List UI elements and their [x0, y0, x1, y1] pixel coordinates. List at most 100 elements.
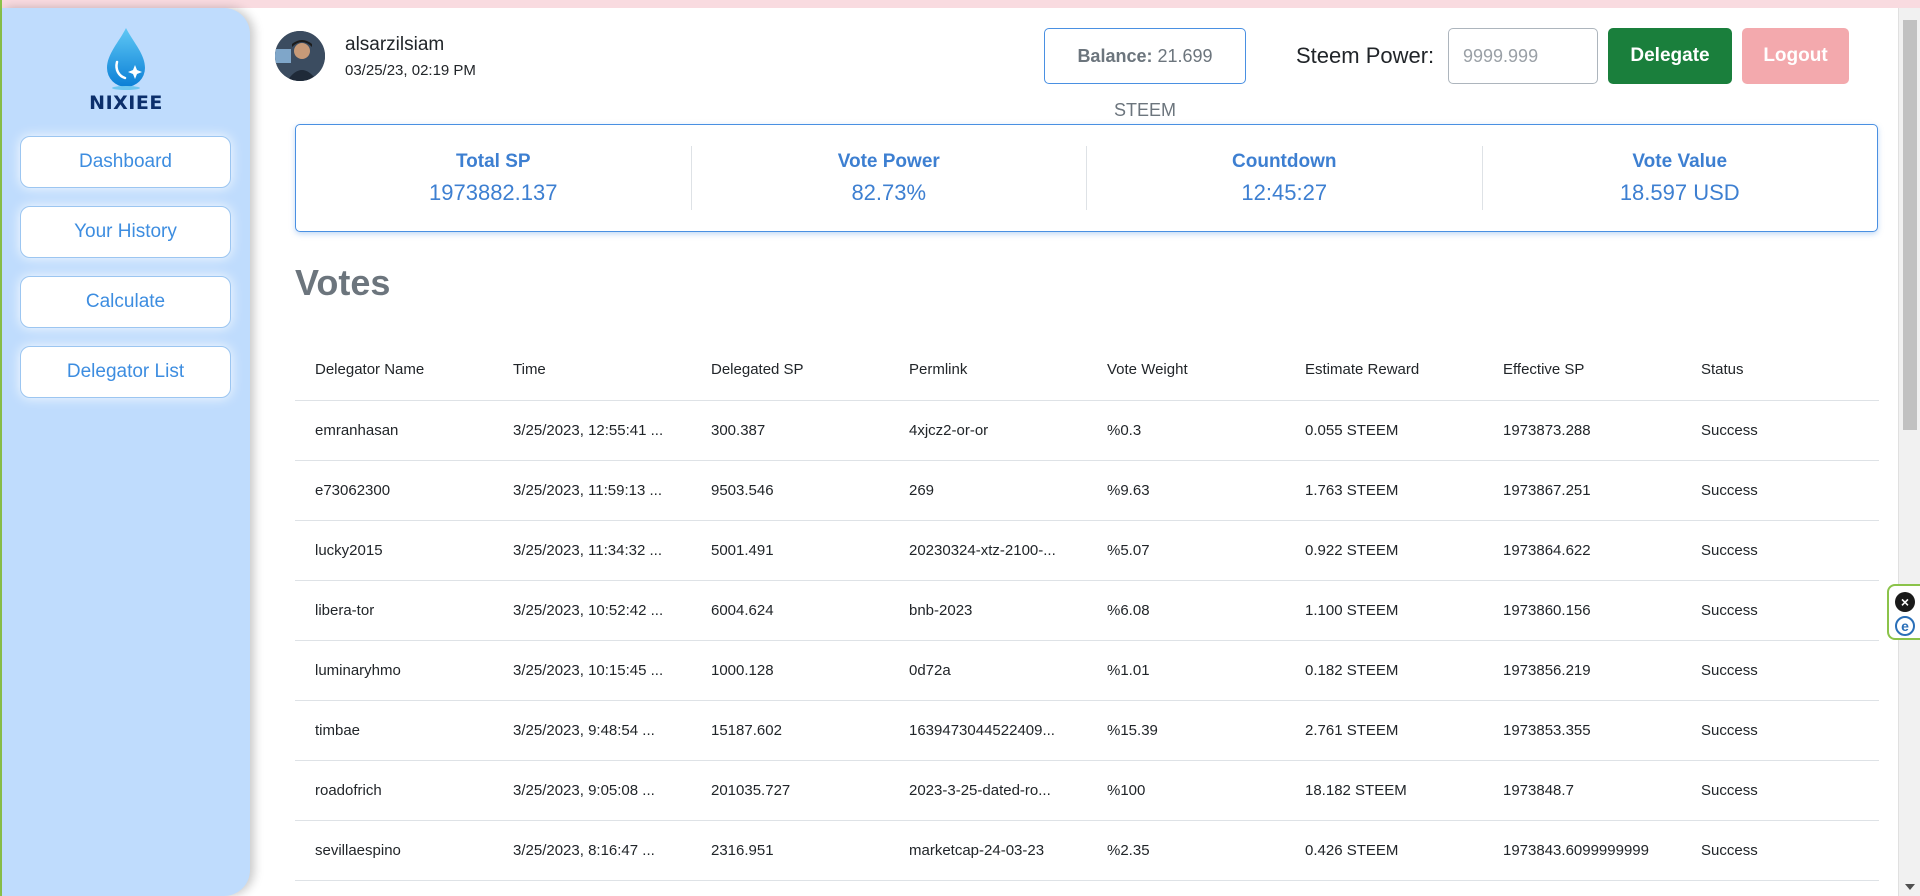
balance-display: Balance: 21.699 STEEM [1044, 28, 1246, 120]
column-header-effective-sp: Effective SP [1483, 340, 1681, 401]
permlink-link[interactable]: 0d72a [889, 640, 1087, 701]
status-text: Success [1681, 580, 1879, 641]
brand-logo[interactable]: NIXIEE [2, 26, 250, 114]
column-header-time: Time [493, 340, 691, 401]
status-text: Success [1681, 520, 1879, 581]
effective-sp: 1973873.288 [1483, 400, 1681, 461]
column-header-vote-weight: Vote Weight [1087, 340, 1285, 401]
estimate-reward: 0.922 STEEM [1285, 520, 1483, 581]
column-header-delegator-name: Delegator Name [295, 340, 493, 401]
logout-button[interactable]: Logout [1742, 28, 1849, 84]
username: alsarzilsiam [345, 34, 445, 55]
stat-value: 18.597 USD [1619, 179, 1740, 205]
vote-weight: %100 [1087, 760, 1285, 821]
delegator-name: timbae [295, 700, 493, 761]
effective-sp: 1973848.7 [1483, 760, 1681, 821]
vote-weight: %5.07 [1087, 520, 1285, 581]
balance-label: Balance: [1077, 46, 1153, 66]
vote-weight: %6.08 [1087, 580, 1285, 641]
page-scrollbar[interactable] [1898, 8, 1920, 896]
table-row: roadofrich 3/25/2023, 9:05:08 ... 201035.7… [295, 760, 1879, 821]
sidebar-item-calculate[interactable]: Calculate [20, 276, 231, 328]
close-icon[interactable]: × [1895, 592, 1915, 612]
status-text: Success [1681, 820, 1879, 881]
status-text: Success [1681, 400, 1879, 461]
vote-time: 3/25/2023, 11:59:13 ... [493, 460, 691, 521]
estimate-reward: 1.100 STEEM [1285, 580, 1483, 641]
steem-power-input[interactable] [1448, 28, 1598, 84]
delegated-sp: 9503.546 [691, 460, 889, 521]
extension-widget: × e [1887, 584, 1920, 640]
stat-label: Vote Value [1632, 150, 1728, 172]
stat-value: 1973882.137 [429, 179, 558, 205]
table-header-row: Delegator Name Time Delegated SP Permlin… [295, 340, 1879, 401]
sidebar-item-delegator-list[interactable]: Delegator List [20, 346, 231, 398]
permlink-link[interactable]: 2023-3-25-dated-ro... [889, 760, 1087, 821]
stat-vote-power: Vote Power 82.73% [692, 146, 1087, 210]
brand-name: NIXIEE [89, 92, 163, 114]
vote-weight: %2.35 [1087, 820, 1285, 881]
delegated-sp: 2316.951 [691, 820, 889, 881]
steem-power-label: Steem Power: [1296, 43, 1435, 68]
column-header-delegated-sp: Delegated SP [691, 340, 889, 401]
estimate-reward: 0.182 STEEM [1285, 640, 1483, 701]
permlink-link[interactable]: 1639473044522409... [889, 700, 1087, 761]
stat-value: 82.73% [851, 179, 927, 205]
delegator-name: lucky2015 [295, 520, 493, 581]
permlink-link[interactable]: 4xjcz2-or-or [889, 400, 1087, 461]
delegated-sp: 1000.128 [691, 640, 889, 701]
delegator-name: libera-tor [295, 580, 493, 641]
effective-sp: 1973853.355 [1483, 700, 1681, 761]
vote-time: 3/25/2023, 9:05:08 ... [493, 760, 691, 821]
permlink-link[interactable]: bnb-2023 [889, 580, 1087, 641]
browser-top-strip [0, 0, 1920, 8]
effective-sp: 1973856.219 [1483, 640, 1681, 701]
vote-time: 3/25/2023, 12:55:41 ... [493, 400, 691, 461]
effective-sp: 1973843.6099999999 [1483, 820, 1681, 881]
water-drop-icon [107, 28, 145, 90]
estimate-reward: 0.055 STEEM [1285, 400, 1483, 461]
votes-table: Delegator Name Time Delegated SP Permlin… [295, 340, 1879, 881]
permlink-link[interactable]: 269 [889, 460, 1087, 521]
column-header-estimate-reward: Estimate Reward [1285, 340, 1483, 401]
stat-total-sp: Total SP 1973882.137 [296, 146, 692, 210]
vote-time: 3/25/2023, 9:48:54 ... [493, 700, 691, 761]
table-row: lucky2015 3/25/2023, 11:34:32 ... 5001.491… [295, 520, 1879, 581]
sidebar-item-your-history[interactable]: Your History [20, 206, 231, 258]
delegated-sp: 15187.602 [691, 700, 889, 761]
stat-label: Vote Power [837, 150, 940, 172]
stats-card: Total SP 1973882.137 Vote Power 82.73% C… [295, 124, 1878, 232]
avatar [275, 31, 325, 81]
delegator-name: e73062300 [295, 460, 493, 521]
effective-sp: 1973864.622 [1483, 520, 1681, 581]
scrollbar-thumb[interactable] [1903, 20, 1917, 430]
status-text: Success [1681, 700, 1879, 761]
delegate-button[interactable]: Delegate [1608, 28, 1732, 84]
delegator-name: emranhasan [295, 400, 493, 461]
status-text: Success [1681, 760, 1879, 821]
votes-heading: Votes [295, 262, 391, 303]
table-row: emranhasan 3/25/2023, 12:55:41 ... 300.387… [295, 400, 1879, 461]
estimate-reward: 1.763 STEEM [1285, 460, 1483, 521]
delegator-name: roadofrich [295, 760, 493, 821]
vote-weight: %1.01 [1087, 640, 1285, 701]
vote-time: 3/25/2023, 10:52:42 ... [493, 580, 691, 641]
table-row: sevillaespino 3/25/2023, 8:16:47 ... 2316.… [295, 820, 1879, 881]
table-row: libera-tor 3/25/2023, 10:52:42 ... 6004.62… [295, 580, 1879, 641]
sidebar-item-dashboard[interactable]: Dashboard [20, 136, 231, 188]
delegator-name: luminaryhmo [295, 640, 493, 701]
vote-weight: %9.63 [1087, 460, 1285, 521]
estimate-reward: 2.761 STEEM [1285, 700, 1483, 761]
vote-time: 3/25/2023, 10:15:45 ... [493, 640, 691, 701]
stat-label: Total SP [455, 150, 531, 172]
scroll-down-arrow-icon[interactable] [1905, 884, 1915, 890]
delegated-sp: 300.387 [691, 400, 889, 461]
permlink-link[interactable]: 20230324-xtz-2100-... [889, 520, 1087, 581]
user-photo [275, 31, 325, 81]
permlink-link[interactable]: marketcap-24-03-23 [889, 820, 1087, 881]
effective-sp: 1973860.156 [1483, 580, 1681, 641]
estimate-reward: 18.182 STEEM [1285, 760, 1483, 821]
vote-time: 3/25/2023, 8:16:47 ... [493, 820, 691, 881]
e-icon[interactable]: e [1895, 616, 1915, 636]
status-text: Success [1681, 640, 1879, 701]
